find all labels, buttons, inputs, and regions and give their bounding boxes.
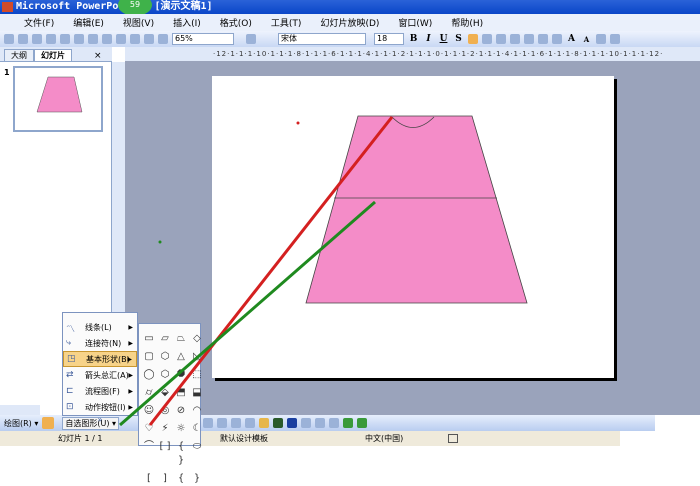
shape-option[interactable]: ⬓ — [190, 386, 204, 400]
fill-color-icon[interactable] — [259, 418, 270, 428]
shape-option[interactable]: ⏢ — [174, 332, 188, 346]
shape-option[interactable]: ⚡ — [158, 422, 172, 436]
line-color-icon[interactable] — [273, 418, 284, 428]
clipart-icon[interactable] — [231, 418, 242, 428]
red-dot — [296, 121, 300, 125]
shape-option[interactable]: [ ] — [158, 440, 172, 468]
menu-item-lines[interactable]: 〽线条(L) ▶ — [63, 319, 137, 335]
menu-item-block-arrows[interactable]: ⇄ 箭头总汇(A) ▶ — [63, 367, 137, 383]
shape-option[interactable]: ◺ — [190, 350, 204, 364]
basic-shapes-icon: ◳ — [67, 353, 76, 364]
expand-menu-icon[interactable]: » — [63, 415, 137, 424]
status-template: 默认设计模板 — [220, 434, 268, 443]
basic-shapes-submenu: ▭ ▱ ⏢ ◇ ▢ ⬡ △ ◺ ◯ ⬡ ⯃ ⬚ ⌭ ⬙ ⬒ ⬓ ☺ ◎ ⊘ ◠ ♡ ⚡ ☼ ☾ ⌒[ ]{ } ⬭ []{} — [138, 323, 204, 484]
shape-option[interactable]: { — [174, 472, 188, 486]
shape-option[interactable]: ▭ — [142, 332, 156, 346]
green-dot — [158, 240, 162, 244]
wordart-icon[interactable] — [203, 418, 214, 428]
shape-option[interactable]: { } — [174, 440, 188, 468]
menu-item-flowchart[interactable]: ⊏ 流程图(F) ▶ — [63, 383, 137, 399]
shape-option[interactable]: ⌭ — [142, 386, 156, 400]
lines-icon: 〽 — [66, 324, 76, 335]
shape-option[interactable]: ☺ — [142, 404, 156, 418]
shadow-style-icon[interactable] — [343, 418, 354, 428]
shape-option[interactable]: △ — [174, 350, 188, 364]
menu-item-connectors[interactable]: ⤷ 连接符(N) ▶ — [63, 335, 137, 351]
pink-trapezoid-shape[interactable] — [305, 115, 528, 304]
arrow-style-icon[interactable] — [329, 418, 340, 428]
font-color-icon[interactable] — [287, 418, 298, 428]
shape-option[interactable]: ▱ — [158, 332, 172, 346]
view-buttons[interactable] — [0, 405, 40, 415]
shape-option[interactable]: ⌒ — [142, 440, 156, 468]
shape-option[interactable]: ☼ — [174, 422, 188, 436]
shape-option[interactable]: ⬭ — [190, 440, 204, 468]
spellcheck-icon — [448, 434, 458, 443]
connector-icon: ⤷ — [66, 337, 72, 348]
flowchart-icon: ⊏ — [66, 385, 74, 396]
picture-icon[interactable] — [245, 418, 256, 428]
shape-option[interactable]: ▢ — [142, 350, 156, 364]
diagram-icon[interactable] — [217, 418, 228, 428]
shape-option[interactable]: ◯ — [142, 368, 156, 382]
shape-option[interactable]: [ — [142, 472, 156, 486]
shape-option[interactable]: ⬙ — [158, 386, 172, 400]
menu-item-action-buttons[interactable]: ⊡ 动作按钮(I) ▶ — [63, 399, 137, 415]
shape-option[interactable]: ⯃ — [174, 368, 188, 382]
3d-style-icon[interactable] — [357, 418, 368, 428]
shape-option[interactable]: ◠ — [190, 404, 204, 418]
select-pointer-icon[interactable] — [42, 417, 55, 429]
shape-option[interactable]: ] — [158, 472, 172, 486]
arrows-icon: ⇄ — [66, 369, 74, 380]
action-button-icon: ⊡ — [66, 401, 74, 412]
shape-option[interactable]: ◇ — [190, 332, 204, 346]
shape-option[interactable]: ☾ — [190, 422, 204, 436]
status-slide-count: 幻灯片 1 / 1 — [58, 434, 103, 443]
autoshapes-menu: 〽线条(L) ▶ ⤷ 连接符(N) ▶ ◳ 基本形状(B) ▶ ⇄ 箭头总汇(A) ▶ ⊏ 流程… — [62, 312, 138, 424]
status-language: 中文(中国) — [365, 434, 404, 443]
shape-option[interactable]: } — [190, 472, 204, 486]
shape-option[interactable]: ⬚ — [190, 368, 204, 382]
shape-option[interactable]: ⬒ — [174, 386, 188, 400]
shape-option[interactable]: ⊘ — [174, 404, 188, 418]
line-style-icon[interactable] — [301, 418, 312, 428]
draw-menu-button[interactable]: 绘图(R) ▾ — [4, 418, 38, 429]
dash-style-icon[interactable] — [315, 418, 326, 428]
status-bar: 幻灯片 1 / 1 默认设计模板 中文(中国) — [0, 431, 620, 446]
shape-option[interactable]: ♡ — [142, 422, 156, 436]
shape-option[interactable]: ⬡ — [158, 350, 172, 364]
shape-option[interactable]: ⬡ — [158, 368, 172, 382]
shape-option[interactable]: ◎ — [158, 404, 172, 418]
menu-item-basic-shapes[interactable]: ◳ 基本形状(B) ▶ — [63, 351, 137, 367]
